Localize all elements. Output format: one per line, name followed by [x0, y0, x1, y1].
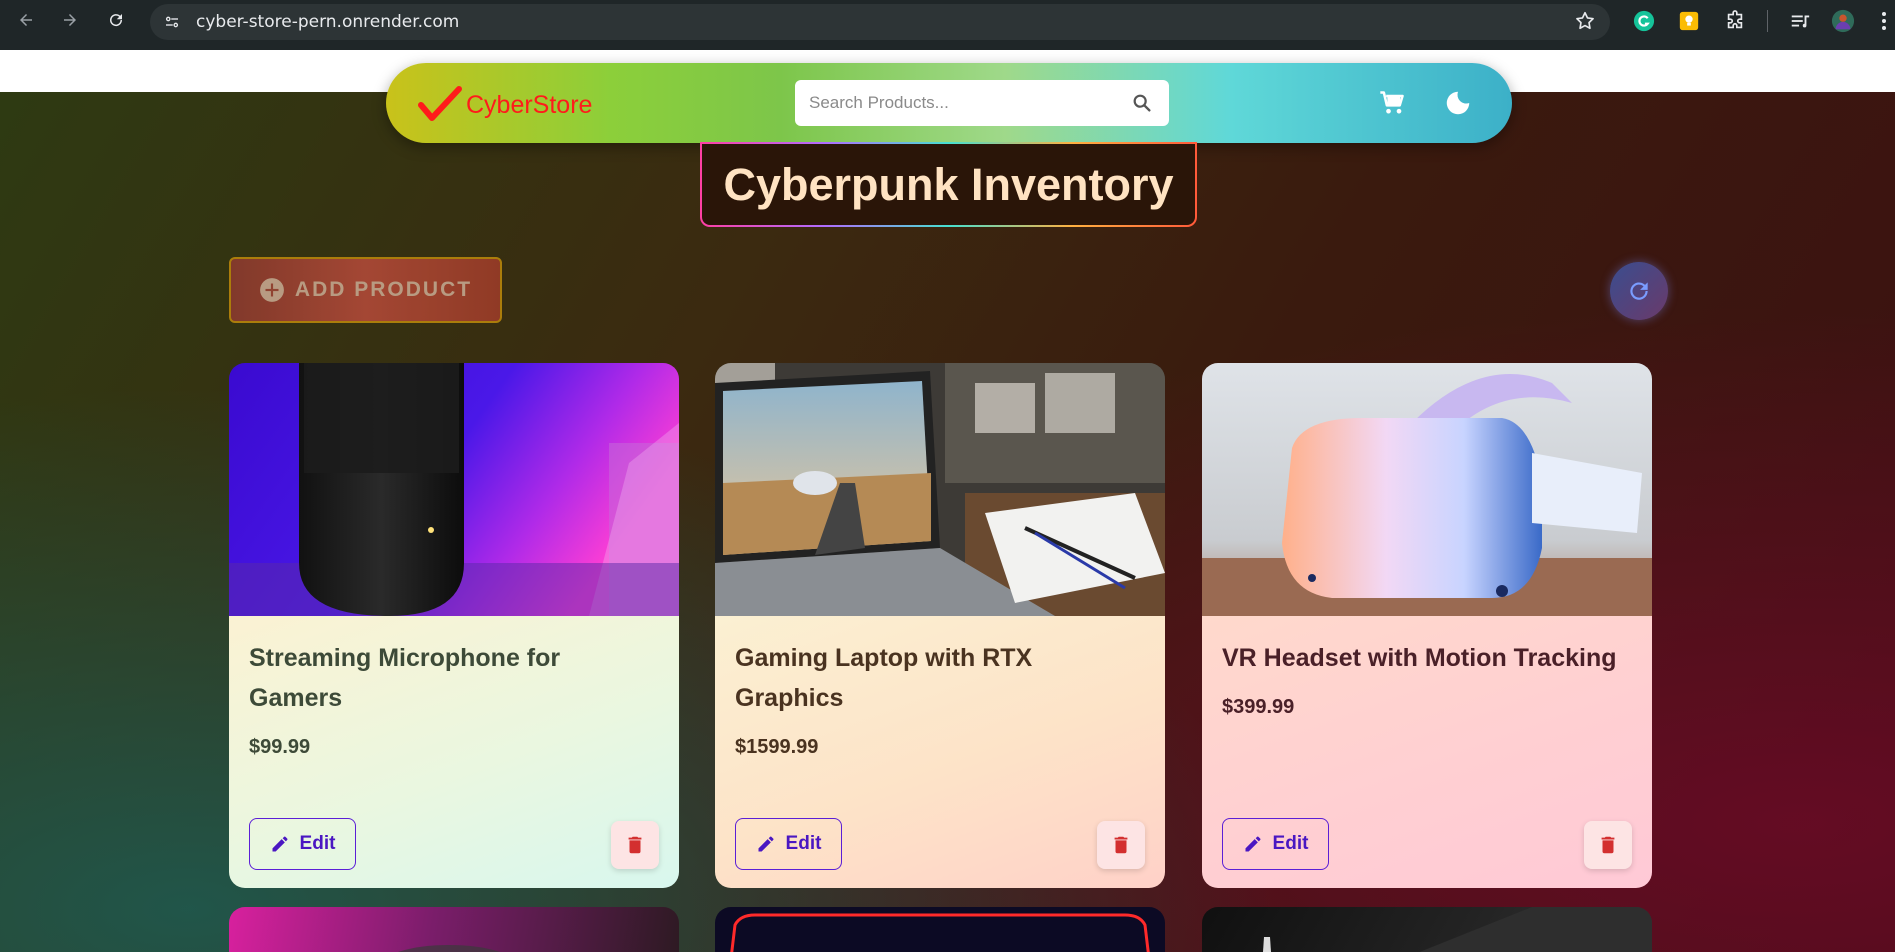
pencil-icon — [272, 836, 288, 852]
product-card: VR Headset with Motion Tracking $399.99 … — [1202, 363, 1652, 888]
edit-button[interactable]: Edit — [1222, 818, 1329, 870]
reload-icon — [110, 14, 123, 27]
product-card-partial — [1202, 907, 1652, 952]
product-name: Streaming Microphone for Gamers — [249, 644, 561, 712]
keep-extension-icon[interactable] — [1677, 9, 1701, 33]
product-price: $1599.99 — [735, 736, 819, 758]
back-button[interactable] — [8, 2, 44, 38]
delete-button[interactable] — [1584, 821, 1632, 869]
edit-button[interactable]: Edit — [249, 818, 356, 870]
shopping-cart-icon — [1380, 91, 1404, 114]
brand-name: CyberStore — [466, 90, 593, 119]
trash-icon — [1601, 836, 1615, 854]
edit-label: Edit — [1272, 833, 1309, 854]
product-card-body: VR Headset with Motion Tracking $399.99 … — [1202, 616, 1652, 888]
pencil-icon — [1245, 836, 1261, 852]
product-card: Streaming Microphone for Gamers $99.99 E… — [229, 363, 679, 888]
product-card: Gaming Laptop with RTX Graphics $1599.99… — [715, 363, 1165, 888]
chrome-menu-icon[interactable] — [1876, 9, 1892, 33]
refresh-button[interactable] — [1610, 262, 1668, 320]
product-price: $399.99 — [1222, 696, 1295, 718]
address-bar[interactable]: cyber-store-pern.onrender.com — [150, 4, 1610, 40]
forward-button[interactable] — [52, 2, 88, 38]
edit-label: Edit — [299, 833, 336, 854]
product-image — [229, 363, 679, 616]
product-image — [1263, 907, 1652, 952]
extensions-puzzle-icon[interactable] — [1723, 9, 1747, 33]
arrow-right-icon — [64, 14, 76, 26]
media-queue-icon[interactable] — [1788, 9, 1812, 33]
search-input[interactable] — [809, 93, 1119, 113]
search-icon[interactable] — [1131, 92, 1153, 119]
refresh-icon — [1630, 282, 1648, 300]
delete-button[interactable] — [1097, 821, 1145, 869]
reload-button[interactable] — [98, 2, 134, 38]
trash-icon — [628, 836, 642, 854]
add-product-button[interactable]: ADD PRODUCT — [229, 257, 502, 323]
product-image — [1202, 363, 1652, 616]
page-title: Cyberpunk Inventory — [723, 159, 1174, 210]
edit-button[interactable]: Edit — [735, 818, 842, 870]
brand-logo-link[interactable]: CyberStore — [418, 85, 592, 125]
add-product-label: ADD PRODUCT — [294, 278, 473, 301]
product-name: VR Headset with Motion Tracking — [1222, 644, 1617, 672]
trash-icon — [1114, 836, 1128, 854]
grammarly-extension-icon[interactable] — [1632, 9, 1656, 33]
product-image — [730, 913, 1150, 952]
product-image — [715, 363, 1165, 616]
cart-button[interactable] — [1378, 89, 1406, 122]
browser-toolbar: cyber-store-pern.onrender.com — [0, 0, 1895, 50]
bookmark-star-icon[interactable] — [1574, 10, 1596, 37]
product-image — [397, 945, 501, 952]
product-name: Gaming Laptop with RTX Graphics — [735, 644, 1033, 712]
plus-circle-icon — [259, 278, 284, 302]
pencil-icon — [758, 836, 774, 852]
delete-button[interactable] — [611, 821, 659, 869]
page-title-box: Cyberpunk Inventory — [700, 142, 1197, 227]
product-card-body: Streaming Microphone for Gamers $99.99 E… — [229, 616, 679, 888]
checkmark-logo-icon — [418, 86, 462, 121]
product-card-partial — [229, 907, 679, 952]
url-text: cyber-store-pern.onrender.com — [196, 12, 460, 32]
search-box — [795, 80, 1169, 126]
navbar: CyberStore — [386, 63, 1512, 143]
toolbar-divider — [1767, 10, 1768, 32]
site-info-icon[interactable] — [156, 8, 188, 36]
page-viewport: CyberStore Cyberpunk Inventory ADD PRODU… — [0, 50, 1895, 952]
product-card-partial — [715, 907, 1165, 952]
avatar[interactable] — [1831, 9, 1855, 33]
arrow-left-icon — [20, 14, 32, 26]
product-price: $99.99 — [249, 736, 311, 758]
theme-toggle-button[interactable] — [1443, 88, 1473, 123]
edit-label: Edit — [785, 833, 822, 854]
moon-icon — [1446, 91, 1470, 115]
product-card-body: Gaming Laptop with RTX Graphics $1599.99… — [715, 616, 1165, 888]
